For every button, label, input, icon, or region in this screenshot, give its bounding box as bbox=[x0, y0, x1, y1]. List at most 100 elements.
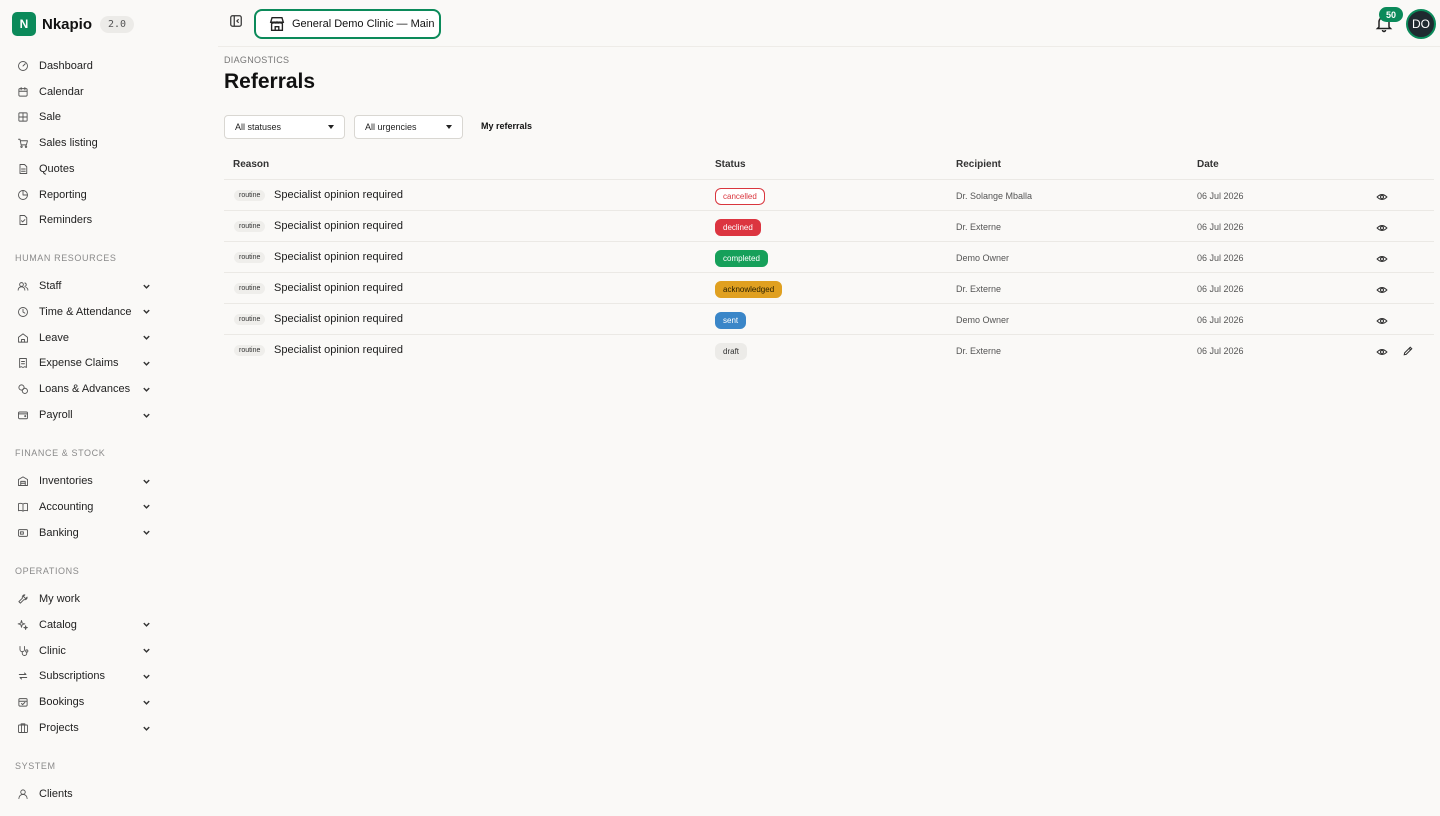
sidebar-item-subscriptions[interactable]: Subscriptions bbox=[16, 665, 152, 687]
sidebar-item-sale[interactable]: Sale bbox=[16, 106, 152, 128]
dashboard-icon bbox=[16, 59, 30, 73]
edit-pencil-icon[interactable] bbox=[1402, 344, 1414, 356]
table-row[interactable]: routine Specialist opinion required cancel… bbox=[224, 179, 1434, 210]
sidebar-item-bookings[interactable]: Bookings bbox=[16, 691, 152, 713]
cart-icon bbox=[16, 136, 30, 150]
sidebar-item-label: Sales listing bbox=[39, 137, 98, 150]
status-badge: cancelled bbox=[715, 188, 765, 205]
breadcrumb: DIAGNOSTICS bbox=[224, 55, 290, 65]
sidebar-item-projects[interactable]: Projects bbox=[16, 717, 152, 739]
users-icon bbox=[16, 279, 30, 293]
sidebar-item-calendar[interactable]: Calendar bbox=[16, 81, 152, 103]
sidebar-item-label: Reporting bbox=[39, 188, 87, 201]
chevron-down-icon[interactable] bbox=[140, 409, 152, 421]
sidebar-item-label: Sale bbox=[39, 111, 62, 124]
sidebar-item-leave[interactable]: Leave bbox=[16, 327, 152, 349]
referral-reason: Specialist opinion required bbox=[274, 251, 404, 263]
chevron-down-icon[interactable] bbox=[140, 696, 152, 708]
sidebar-item-inventories[interactable]: Inventories bbox=[16, 470, 152, 492]
clinic-switcher-button[interactable]: General Demo Clinic — Main bbox=[254, 9, 441, 39]
sidebar-item-accounting[interactable]: Accounting bbox=[16, 496, 152, 518]
sidebar-item-label: Inventories bbox=[39, 475, 93, 487]
leave-icon bbox=[16, 331, 30, 345]
referral-reason: Specialist opinion required bbox=[274, 282, 404, 294]
referral-reason: Specialist opinion required bbox=[274, 313, 404, 325]
my-referrals-toggle[interactable]: My referrals bbox=[481, 121, 532, 131]
chevron-down-icon[interactable] bbox=[140, 280, 152, 292]
sidebar-item-reporting[interactable]: Reporting bbox=[16, 184, 152, 206]
user-avatar[interactable]: DO bbox=[1406, 9, 1436, 39]
chart-icon bbox=[16, 188, 30, 202]
sidebar-item-my-work[interactable]: My work bbox=[16, 588, 152, 610]
sale-icon bbox=[16, 110, 30, 124]
brand[interactable]: N Nkapio 2.0 bbox=[12, 12, 135, 36]
column-header-date[interactable]: Date bbox=[1197, 159, 1219, 170]
view-eye-icon[interactable] bbox=[1376, 221, 1388, 233]
recipient-name: Dr. Externe bbox=[956, 346, 1002, 356]
view-eye-icon[interactable] bbox=[1376, 314, 1388, 326]
chevron-down-icon[interactable] bbox=[140, 332, 152, 344]
sidebar-item-catalog[interactable]: Catalog bbox=[16, 614, 152, 636]
wrench-icon bbox=[16, 592, 30, 606]
collapse-sidebar-button[interactable] bbox=[228, 13, 244, 29]
table-row[interactable]: routine Specialist opinion required sent De… bbox=[224, 303, 1434, 334]
sidebar-item-label: Accounting bbox=[39, 500, 94, 513]
store-icon bbox=[268, 15, 286, 33]
sidebar-item-clinic[interactable]: Clinic bbox=[16, 640, 152, 662]
sidebar-item-label: Subscriptions bbox=[39, 670, 106, 683]
chevron-down-icon[interactable] bbox=[140, 306, 152, 318]
chevron-down-icon[interactable] bbox=[140, 527, 152, 539]
urgency-filter-select[interactable]: All urgencies bbox=[354, 115, 463, 139]
status-badge: draft bbox=[715, 343, 748, 360]
referral-date: 06 Jul 2026 bbox=[1197, 315, 1244, 325]
table-row[interactable]: routine Specialist opinion required acknow… bbox=[224, 272, 1434, 303]
page-title: Referrals bbox=[224, 70, 316, 93]
chevron-down-icon[interactable] bbox=[140, 670, 152, 682]
chevron-down-icon[interactable] bbox=[140, 357, 152, 369]
sidebar-item-label: Projects bbox=[39, 722, 79, 734]
sidebar-item-banking[interactable]: Banking bbox=[16, 522, 152, 544]
chevron-down-icon[interactable] bbox=[140, 383, 152, 395]
chevron-down-icon[interactable] bbox=[140, 619, 152, 631]
sidebar-item-dashboard[interactable]: Dashboard bbox=[16, 55, 152, 77]
referral-date: 06 Jul 2026 bbox=[1197, 222, 1244, 232]
view-eye-icon[interactable] bbox=[1376, 252, 1388, 264]
sidebar-item-expense-claims[interactable]: Expense Claims bbox=[16, 352, 152, 374]
sidebar-item-staff[interactable]: Staff bbox=[16, 275, 152, 297]
sidebar-item-clients[interactable]: Clients bbox=[16, 783, 152, 805]
view-eye-icon[interactable] bbox=[1376, 190, 1388, 202]
sidebar-item-label: Catalog bbox=[39, 618, 77, 631]
chevron-down-icon[interactable] bbox=[140, 645, 152, 657]
table-row[interactable]: routine Specialist opinion required comple… bbox=[224, 241, 1434, 272]
recipient-name: Dr. Externe bbox=[956, 284, 1002, 294]
sidebar-item-payroll[interactable]: Payroll bbox=[16, 404, 152, 426]
status-badge: acknowledged bbox=[715, 281, 783, 298]
sidebar-item-sales-listing[interactable]: Sales listing bbox=[16, 132, 152, 154]
status-filter-select[interactable]: All statuses bbox=[224, 115, 345, 139]
sidebar-item-reminders[interactable]: Reminders bbox=[16, 209, 152, 231]
urgency-badge: routine bbox=[234, 221, 266, 232]
view-eye-icon[interactable] bbox=[1376, 283, 1388, 295]
sidebar-item-label: Banking bbox=[39, 526, 79, 539]
view-eye-icon[interactable] bbox=[1376, 345, 1388, 357]
chevron-down-icon[interactable] bbox=[140, 722, 152, 734]
sidebar-item-label: Quotes bbox=[39, 162, 75, 175]
sidebar-item-label: Bookings bbox=[39, 696, 85, 709]
table-row[interactable]: routine Specialist opinion required declin… bbox=[224, 210, 1434, 241]
status-badge: completed bbox=[715, 250, 768, 267]
column-header-recipient[interactable]: Recipient bbox=[956, 159, 1001, 170]
referral-date: 06 Jul 2026 bbox=[1197, 284, 1244, 294]
chevron-down-icon[interactable] bbox=[140, 501, 152, 513]
sidebar-item-label: Payroll bbox=[39, 409, 73, 421]
sidebar-collapse-icon bbox=[230, 15, 242, 27]
chevron-down-icon[interactable] bbox=[140, 475, 152, 487]
sidebar-item-loans-and-advances[interactable]: Loans & Advances bbox=[16, 378, 152, 400]
sidebar-item-time-and-attendance[interactable]: Time & Attendance bbox=[16, 301, 152, 323]
sidebar-item-quotes[interactable]: Quotes bbox=[16, 158, 152, 180]
column-header-reason[interactable]: Reason bbox=[233, 159, 269, 170]
version-badge: 2.0 bbox=[100, 15, 135, 33]
receipt-icon bbox=[16, 356, 30, 370]
column-header-status[interactable]: Status bbox=[715, 159, 746, 170]
urgency-badge: routine bbox=[234, 283, 266, 294]
table-row[interactable]: routine Specialist opinion required draft D… bbox=[224, 334, 1434, 365]
